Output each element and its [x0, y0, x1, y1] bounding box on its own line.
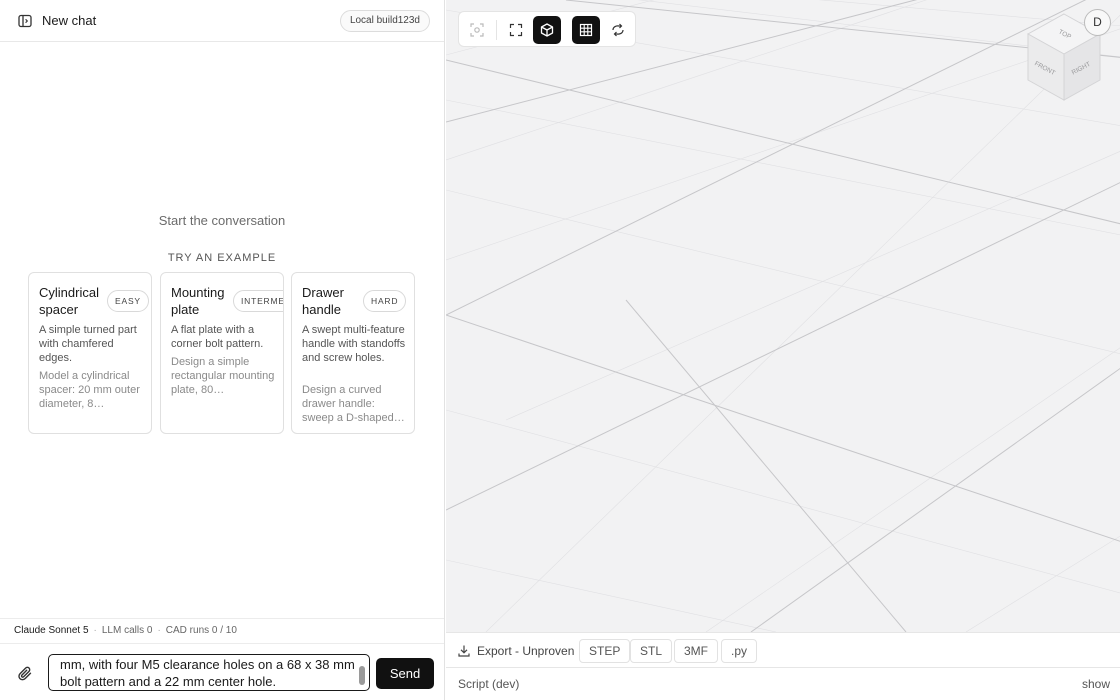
difficulty-badge: EASY: [107, 290, 149, 312]
export-bar: Export - Unproven STEP STL 3MF .py: [446, 632, 1120, 668]
script-label: Script (dev): [458, 677, 520, 691]
usage-status-bar: Claude Sonnet 5 · LLM calls 0 · CAD runs 0 /…: [0, 618, 444, 644]
3d-view-button[interactable]: [533, 16, 561, 44]
sidebar-toggle-icon[interactable]: [17, 13, 33, 29]
backend-badge: Local build123d: [339, 10, 430, 32]
example-prompt: Design a simple rectangular mounting pla…: [171, 356, 275, 396]
model-name: Claude Sonnet 5: [14, 625, 89, 636]
export-label: Export - Unproven: [477, 644, 575, 658]
export-3mf-button[interactable]: 3MF: [674, 639, 718, 663]
example-description: A simple turned part with chamfered edge…: [39, 324, 137, 364]
paperclip-icon[interactable]: [17, 665, 35, 683]
chat-header: New chat Local build123d: [0, 0, 444, 42]
viewer-toolbar: [458, 11, 636, 47]
example-name: Mounting plate: [171, 285, 225, 317]
chat-title: New chat: [42, 13, 97, 28]
script-bar: Script (dev) show: [446, 668, 1120, 700]
example-card-drawer-handle[interactable]: Drawer handle HARD A swept multi-feature…: [291, 272, 415, 434]
example-card-mounting-plate[interactable]: Mounting plate INTERMEDIATE A flat plate…: [160, 272, 284, 434]
orbit-icon: [612, 23, 624, 37]
example-name: Drawer handle: [302, 285, 344, 317]
example-card-cylindrical-spacer[interactable]: Cylindrical spacer EASY A simple turned …: [28, 272, 152, 434]
focus-icon: [470, 23, 484, 37]
llm-calls-count: LLM calls 0: [101, 625, 153, 636]
example-description: A flat plate with a corner bolt pattern.: [171, 324, 264, 350]
input-scrollbar[interactable]: [359, 666, 365, 685]
examples-heading: TRY AN EXAMPLE: [167, 252, 277, 264]
download-icon: [457, 644, 471, 663]
fullscreen-icon: [509, 23, 523, 37]
empty-state-text: Start the conversation: [158, 213, 286, 228]
3d-viewport[interactable]: TOP FRONT RIGHT D: [446, 0, 1120, 632]
send-button[interactable]: Send: [376, 658, 434, 689]
export-py-button[interactable]: .py: [721, 639, 758, 663]
script-show-toggle[interactable]: show: [1082, 668, 1110, 700]
toolbar-divider: [496, 20, 497, 40]
example-name: Cylindrical spacer: [39, 285, 99, 317]
grid-toggle-button[interactable]: [572, 16, 600, 44]
message-input[interactable]: mm, with four M5 clearance holes on a 68…: [48, 654, 370, 691]
example-prompt: Model a cylindrical spacer: 20 mm outer …: [39, 370, 140, 410]
user-avatar[interactable]: D: [1084, 9, 1111, 36]
chat-panel: New chat Local build123d Start the conve…: [0, 0, 445, 700]
focus-button[interactable]: [463, 16, 491, 44]
example-prompt: Design a curved drawer handle: sweep a D…: [302, 384, 405, 424]
cube-icon: [540, 23, 554, 37]
example-description: A swept multi-feature handle with stando…: [302, 324, 406, 364]
ground-grid: [446, 0, 1120, 632]
grid-icon: [579, 23, 593, 37]
cad-runs-count: CAD runs 0 / 10: [165, 625, 237, 636]
export-step-button[interactable]: STEP: [579, 639, 631, 663]
orbit-button[interactable]: [604, 16, 632, 44]
separator: ·: [93, 625, 97, 636]
fullscreen-button[interactable]: [502, 16, 530, 44]
separator: ·: [157, 625, 161, 636]
export-stl-button[interactable]: STL: [630, 639, 673, 663]
cad-viewer-panel: TOP FRONT RIGHT D Export - Unproven STEP…: [446, 0, 1120, 700]
difficulty-badge: INTERMEDIATE: [233, 290, 283, 312]
difficulty-badge: HARD: [363, 290, 407, 312]
message-input-text: mm, with four M5 clearance holes on a 68…: [60, 657, 355, 689]
